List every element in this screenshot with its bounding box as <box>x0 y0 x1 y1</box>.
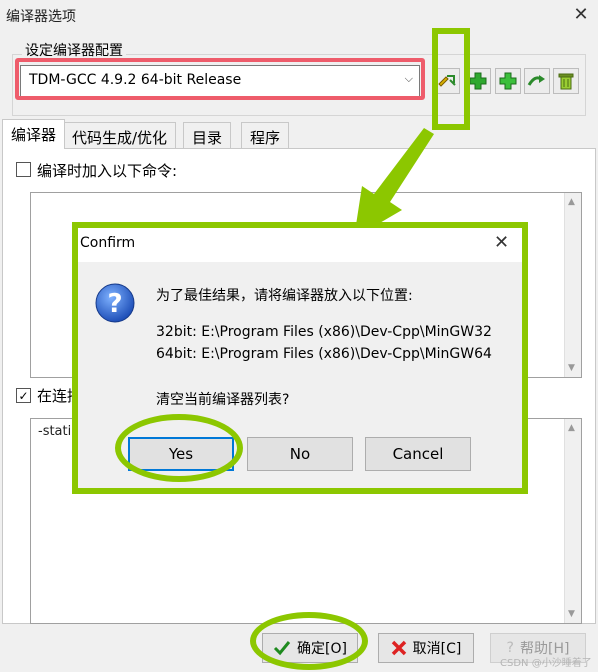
scroll-down-icon: ▼ <box>568 363 575 373</box>
x-icon <box>391 640 406 656</box>
scroll-down-icon: ▼ <box>568 609 575 619</box>
dialog-cancel-button[interactable]: Cancel <box>365 437 471 471</box>
toolbar-green-highlight <box>432 28 470 130</box>
dialog-title: Confirm <box>80 235 136 251</box>
compile-commands-label: 编译时加入以下命令: <box>37 162 178 180</box>
watermark: CSDN @小沙睡着了 <box>500 658 592 669</box>
linker-commands-checkbox[interactable]: ✓ <box>16 388 31 403</box>
dialog-path-32bit: 32bit: E:\Program Files (x86)\Dev-Cpp\Mi… <box>156 324 492 340</box>
no-button[interactable]: No <box>247 437 353 471</box>
window-close-button[interactable]: ✕ <box>570 4 592 26</box>
rename-compiler-button[interactable] <box>524 68 550 94</box>
select-red-highlight <box>15 58 425 100</box>
delete-compiler-button[interactable] <box>553 68 579 94</box>
cancel-button[interactable]: 取消[C] <box>378 633 474 663</box>
tab-codegen[interactable]: 代码生成/优化 <box>63 122 177 148</box>
scroll-up-icon: ▲ <box>568 197 575 207</box>
yes-green-highlight <box>115 414 243 482</box>
tab-programs[interactable]: 程序 <box>241 122 290 148</box>
svg-text:?: ? <box>107 289 122 319</box>
question-icon: ? <box>95 283 135 323</box>
scrollbar[interactable]: ▲ ▼ <box>564 193 581 377</box>
dialog-path-64bit: 64bit: E:\Program Files (x86)\Dev-Cpp\Mi… <box>156 346 492 362</box>
copy-compiler-button[interactable] <box>495 68 521 94</box>
plus-icon <box>469 72 487 90</box>
compile-commands-checkbox[interactable] <box>16 162 31 177</box>
cancel-button-label: 取消[C] <box>412 641 462 657</box>
dialog-close-button[interactable]: ✕ <box>494 232 509 253</box>
ok-green-highlight <box>250 612 368 670</box>
arrow-right-icon <box>527 75 545 86</box>
dialog-message: 为了最佳结果，请将编译器放入以下位置: <box>156 288 413 304</box>
dialog-titlebar <box>78 228 522 262</box>
plus-icon <box>499 72 517 90</box>
compiler-config-label: 设定编译器配置 <box>22 40 126 60</box>
dialog-question: 清空当前编译器列表? <box>156 392 290 408</box>
tab-compiler[interactable]: 编译器 <box>2 119 66 149</box>
tab-directories[interactable]: 目录 <box>183 122 232 148</box>
trash-icon <box>558 73 574 90</box>
scroll-up-icon: ▲ <box>568 423 575 433</box>
window-title: 编译器选项 <box>6 9 76 25</box>
scrollbar[interactable]: ▲ ▼ <box>564 419 581 623</box>
